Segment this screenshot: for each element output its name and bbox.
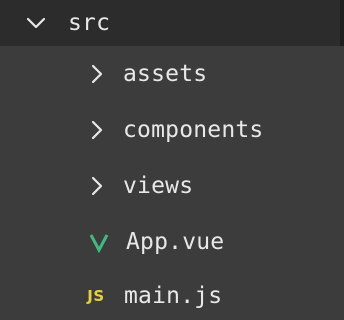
chevron-down-icon[interactable] [24, 11, 48, 35]
js-file-icon: JS [87, 287, 105, 305]
folder-views-label: views [123, 173, 194, 199]
vue-file-icon [88, 230, 110, 254]
chevron-right-icon[interactable] [85, 62, 109, 86]
chevron-right-icon[interactable] [85, 174, 109, 198]
file-main-js-label: main.js [124, 283, 223, 309]
folder-src-row[interactable]: src [0, 0, 344, 46]
file-explorer-tree: src assets components views App.vue JS m… [0, 0, 344, 320]
folder-views-row[interactable]: views [0, 162, 344, 210]
file-app-vue-label: App.vue [126, 229, 225, 255]
folder-assets-row[interactable]: assets [0, 50, 344, 98]
folder-components-row[interactable]: components [0, 106, 344, 154]
file-main-js-row[interactable]: JS main.js [0, 272, 344, 320]
folder-src-label: src [68, 10, 111, 36]
folder-components-label: components [123, 117, 264, 143]
folder-assets-label: assets [123, 61, 208, 87]
chevron-right-icon[interactable] [85, 118, 109, 142]
file-app-vue-row[interactable]: App.vue [0, 218, 344, 266]
